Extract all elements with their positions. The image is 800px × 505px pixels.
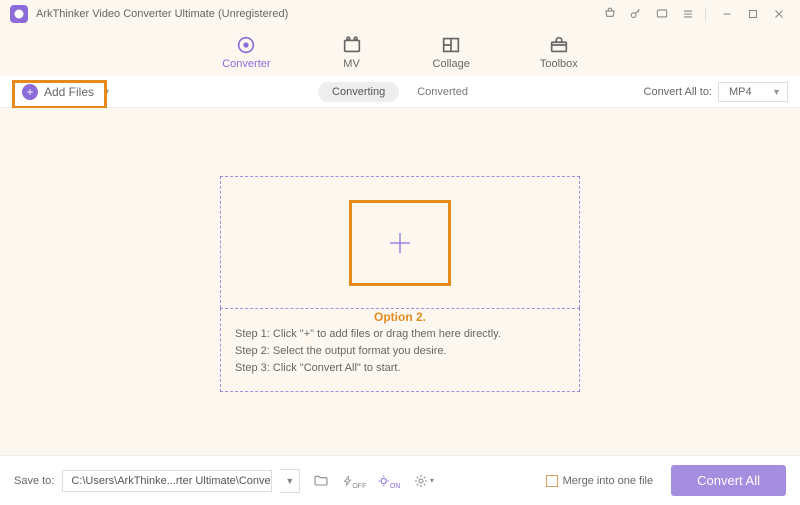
minimize-icon[interactable] [716, 3, 738, 25]
cart-icon[interactable] [599, 3, 621, 25]
add-files-button[interactable]: + Add Files ▼ [12, 80, 121, 104]
plus-icon: + [22, 84, 38, 100]
step1-text: Step 1: Click "+" to add files or drag t… [235, 328, 565, 340]
tab-label: Toolbox [540, 58, 578, 70]
tab-label: Collage [433, 58, 470, 70]
high-speed-button[interactable]: ON [376, 469, 402, 493]
save-to-label: Save to: [14, 475, 54, 487]
merge-label: Merge into one file [563, 475, 654, 487]
chevron-down-icon: ▼ [772, 87, 781, 97]
save-path[interactable]: C:\Users\ArkThinke...rter Ultimate\Conve… [62, 470, 272, 492]
step2-text: Step 2: Select the output format you des… [235, 345, 565, 357]
add-files-plus[interactable] [349, 200, 451, 286]
footer: Save to: C:\Users\ArkThinke...rter Ultim… [0, 455, 800, 505]
converted-tab[interactable]: Converted [403, 82, 482, 102]
subbar: + Add Files ▼ Converting Converted Conve… [0, 76, 800, 108]
main-tabs: Converter MV Collage Toolbox [0, 28, 800, 76]
tab-label: MV [343, 58, 360, 70]
checkbox-icon [546, 475, 558, 487]
tab-converter[interactable]: Converter [222, 34, 270, 70]
converter-icon [235, 34, 257, 56]
convert-toggle: Converting Converted [318, 82, 482, 102]
convert-all-button[interactable]: Convert All [671, 465, 786, 496]
app-title: ArkThinker Video Converter Ultimate (Unr… [36, 8, 288, 20]
open-folder-button[interactable] [308, 469, 334, 493]
content-area: Option 2. Step 1: Click "+" to add files… [0, 108, 800, 455]
drop-zone-top[interactable] [220, 176, 580, 308]
drop-zone: Option 2. Step 1: Click "+" to add files… [220, 176, 580, 392]
format-value: MP4 [729, 86, 752, 98]
save-path-dropdown[interactable]: ▼ [280, 469, 300, 493]
tab-mv[interactable]: MV [341, 34, 363, 70]
add-files-label: Add Files [44, 85, 94, 99]
collage-icon [440, 34, 462, 56]
annotation-option2: Option 2. [374, 310, 426, 324]
tab-collage[interactable]: Collage [433, 34, 470, 70]
mv-icon [341, 34, 363, 56]
converting-tab[interactable]: Converting [318, 82, 399, 102]
titlebar: ArkThinker Video Converter Ultimate (Unr… [0, 0, 800, 28]
toolbox-icon [548, 34, 570, 56]
format-select[interactable]: MP4 ▼ [718, 82, 788, 102]
gpu-accel-button[interactable]: OFF [342, 469, 368, 493]
close-icon[interactable] [768, 3, 790, 25]
menu-icon[interactable] [677, 3, 699, 25]
tab-label: Converter [222, 58, 270, 70]
key-icon[interactable] [625, 3, 647, 25]
convert-all-to-label: Convert All to: [644, 86, 712, 98]
maximize-icon[interactable] [742, 3, 764, 25]
settings-button[interactable]: ▾ [410, 469, 436, 493]
tab-toolbox[interactable]: Toolbox [540, 34, 578, 70]
feedback-icon[interactable] [651, 3, 673, 25]
chevron-down-icon: ▼ [102, 87, 111, 97]
step3-text: Step 3: Click "Convert All" to start. [235, 362, 565, 374]
merge-checkbox[interactable]: Merge into one file [546, 475, 654, 487]
convert-all-to: Convert All to: MP4 ▼ [644, 82, 788, 102]
app-logo [10, 5, 28, 23]
